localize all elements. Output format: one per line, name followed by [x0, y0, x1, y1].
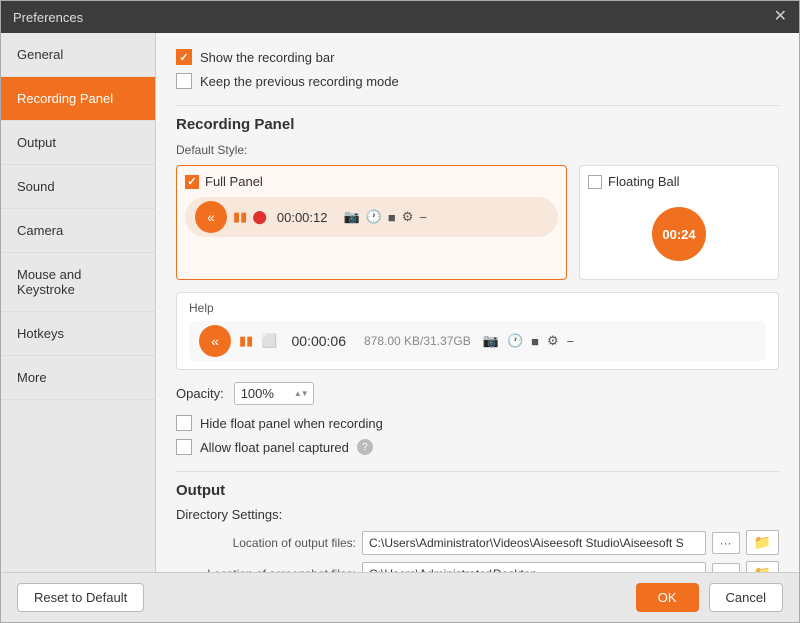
sidebar-item-sound[interactable]: Sound [1, 165, 155, 209]
camera-icon[interactable]: 📷 [343, 209, 359, 225]
floating-ball-header: Floating Ball [588, 174, 770, 189]
screenshot-files-dots-btn[interactable]: ··· [712, 563, 740, 573]
recording-panel-section: Recording Panel Default Style: Full Pane… [176, 116, 779, 455]
allow-float-label: Allow float panel captured [200, 440, 349, 455]
floating-ball-checkbox[interactable] [588, 175, 602, 189]
screenshot-files-folder-btn[interactable]: 📁 [746, 561, 779, 572]
help-pause-icon[interactable]: ▮▮ [239, 333, 253, 349]
window-title: Preferences [13, 10, 83, 25]
screenshot-files-path[interactable]: C:\Users\Administrator\Desktop [362, 562, 706, 573]
bar-controls: ▮▮ ⬤ [233, 209, 267, 225]
floating-ball-circle: 00:24 [652, 207, 706, 261]
sidebar-item-hotkeys[interactable]: Hotkeys [1, 312, 155, 356]
floating-ball-card[interactable]: Floating Ball 00:24 [579, 165, 779, 280]
output-files-path[interactable]: C:\Users\Administrator\Videos\Aiseesoft … [362, 531, 706, 555]
sidebar-item-mouse-keystroke[interactable]: Mouse and Keystroke [1, 253, 155, 312]
floating-ball-preview: 00:24 [588, 197, 770, 271]
full-panel-label: Full Panel [205, 174, 263, 189]
sidebar-item-more[interactable]: More [1, 356, 155, 400]
footer-right: OK Cancel [636, 583, 783, 612]
output-files-label: Location of output files: [176, 536, 356, 550]
clock-icon[interactable]: 🕐 [366, 209, 382, 225]
top-checkboxes: Show the recording bar Keep the previous… [176, 49, 779, 89]
bar-time: 00:00:12 [277, 210, 328, 225]
help-bar-size: 878.00 KB/31.37GB [364, 334, 471, 348]
help-clock-icon[interactable]: 🕐 [507, 333, 523, 349]
default-style-label: Default Style: [176, 143, 779, 157]
close-button[interactable]: ✕ [774, 9, 787, 25]
pause-icon[interactable]: ▮▮ [233, 209, 247, 225]
keep-previous-mode-label: Keep the previous recording mode [200, 74, 399, 89]
output-files-dots-btn[interactable]: ··· [712, 532, 740, 554]
hide-float-checkbox[interactable] [176, 415, 192, 431]
sidebar: General Recording Panel Output Sound Cam… [1, 33, 156, 572]
help-preview-box: Help « ▮▮ ⬜ 00:00:06 878.00 KB/31.37GB 📷… [176, 292, 779, 370]
dir-settings-label: Directory Settings: [176, 507, 779, 522]
help-camera-icon[interactable]: 📷 [483, 333, 499, 349]
full-panel-header: Full Panel [185, 174, 558, 189]
help-box-icon[interactable]: ■ [531, 334, 539, 349]
keep-previous-mode-row: Keep the previous recording mode [176, 73, 779, 89]
opacity-select[interactable]: 100% 90% 80% 70% 60% 50% [234, 382, 314, 405]
show-recording-bar-checkbox[interactable] [176, 49, 192, 65]
help-label: Help [189, 301, 766, 315]
allow-float-checkbox[interactable] [176, 439, 192, 455]
help-minimize-icon[interactable]: − [567, 334, 575, 349]
titlebar: Preferences ✕ [1, 1, 799, 33]
bar-tool-icons: 📷 🕐 ■ ⚙ − [343, 209, 426, 225]
ok-button[interactable]: OK [636, 583, 699, 612]
show-recording-bar-row: Show the recording bar [176, 49, 779, 65]
sidebar-item-recording-panel[interactable]: Recording Panel [1, 77, 155, 121]
full-panel-preview: « ▮▮ ⬤ 00:00:12 📷 🕐 ■ ⚙ − [185, 197, 558, 237]
screenshot-files-row: Location of screenshot files: C:\Users\A… [176, 561, 779, 572]
keep-previous-mode-checkbox[interactable] [176, 73, 192, 89]
opacity-row: Opacity: 100% 90% 80% 70% 60% 50% [176, 382, 779, 405]
rewind-button[interactable]: « [195, 201, 227, 233]
help-rewind-button[interactable]: « [199, 325, 231, 357]
help-bar-time: 00:00:06 [292, 333, 347, 349]
allow-float-row: Allow float panel captured ? [176, 439, 779, 455]
help-stop-icon[interactable]: ⬜ [261, 333, 277, 349]
cancel-button[interactable]: Cancel [709, 583, 783, 612]
style-options: Full Panel « ▮▮ ⬤ 00:00:12 📷 🕐 [176, 165, 779, 280]
hide-float-label: Hide float panel when recording [200, 416, 383, 431]
hide-float-row: Hide float panel when recording [176, 415, 779, 431]
footer: Reset to Default OK Cancel [1, 572, 799, 622]
full-panel-card[interactable]: Full Panel « ▮▮ ⬤ 00:00:12 📷 🕐 [176, 165, 567, 280]
minimize-icon[interactable]: − [419, 210, 427, 225]
recording-panel-title: Recording Panel [176, 116, 779, 133]
full-panel-checkbox[interactable] [185, 175, 199, 189]
record-icon[interactable]: ⬤ [252, 209, 267, 225]
sidebar-item-general[interactable]: General [1, 33, 155, 77]
preferences-window: Preferences ✕ General Recording Panel Ou… [0, 0, 800, 623]
help-settings-icon[interactable]: ⚙ [547, 333, 559, 349]
opacity-label: Opacity: [176, 386, 224, 401]
sidebar-item-camera[interactable]: Camera [1, 209, 155, 253]
settings-icon[interactable]: ⚙ [402, 209, 414, 225]
output-files-folder-btn[interactable]: 📁 [746, 530, 779, 555]
reset-button[interactable]: Reset to Default [17, 583, 144, 612]
main-content: Show the recording bar Keep the previous… [156, 33, 799, 572]
sidebar-item-output[interactable]: Output [1, 121, 155, 165]
output-section: Output Directory Settings: Location of o… [176, 471, 779, 572]
help-question-icon[interactable]: ? [357, 439, 373, 455]
opacity-select-wrap[interactable]: 100% 90% 80% 70% 60% 50% [234, 382, 314, 405]
floating-ball-label: Floating Ball [608, 174, 680, 189]
help-bar: « ▮▮ ⬜ 00:00:06 878.00 KB/31.37GB 📷 🕐 ■ … [189, 321, 766, 361]
show-recording-bar-label: Show the recording bar [200, 50, 334, 65]
box-icon[interactable]: ■ [388, 210, 396, 225]
output-files-row: Location of output files: C:\Users\Admin… [176, 530, 779, 555]
output-title: Output [176, 482, 779, 499]
